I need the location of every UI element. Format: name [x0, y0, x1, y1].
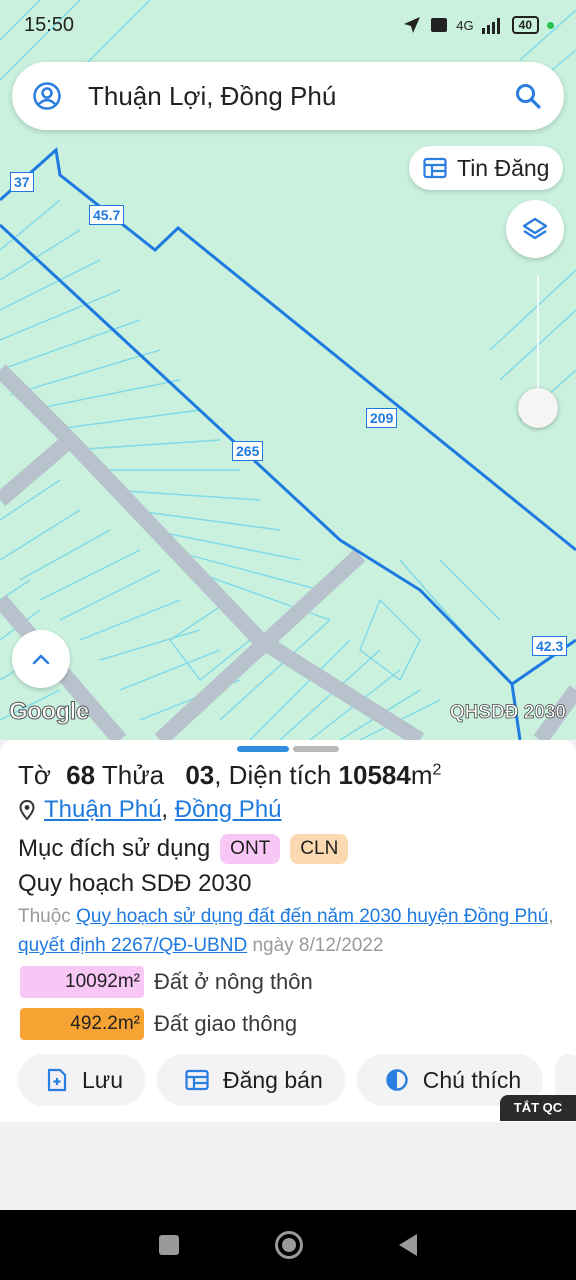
ward-link[interactable]: Thuận Phú: [44, 796, 161, 823]
listing-table-icon: [423, 157, 447, 179]
account-icon[interactable]: [32, 81, 62, 111]
search-icon[interactable]: [514, 82, 542, 110]
thua-label: Thửa: [101, 760, 165, 790]
plan-separator: ,: [548, 906, 554, 927]
area-unit: m: [410, 760, 433, 790]
recents-icon[interactable]: [159, 1235, 179, 1255]
status-bar: 15:50 4G 40: [0, 0, 576, 50]
area-value-box: 492.2m²: [20, 1008, 144, 1040]
search-bar[interactable]: Thuận Lợi, Đồng Phú: [12, 62, 564, 130]
ad-area: [0, 1122, 576, 1210]
opacity-slider-knob[interactable]: [518, 388, 558, 428]
purpose-badge-cln[interactable]: CLN: [290, 834, 349, 864]
parcel-location: Thuận Phú, Đồng Phú: [18, 796, 282, 824]
expand-sheet-button[interactable]: [12, 630, 70, 688]
system-nav-bar: [0, 1210, 576, 1280]
area-breakdown-row: 492.2m² Đất giao thông: [20, 1008, 297, 1040]
purpose-label: Mục đích sử dụng: [18, 835, 211, 862]
parcel-label[interactable]: 209: [366, 408, 398, 428]
area-type-label: Đất giao thông: [154, 1011, 298, 1036]
privacy-dot-icon: [547, 21, 554, 29]
parcel-label[interactable]: 265: [232, 441, 264, 461]
back-icon[interactable]: [399, 1234, 417, 1256]
sheet-handle[interactable]: [237, 746, 339, 752]
contrast-icon: [386, 1069, 408, 1091]
district-link[interactable]: Đồng Phú: [175, 796, 282, 823]
post-label: Đăng bán: [222, 1066, 323, 1093]
layers-button[interactable]: [506, 200, 564, 258]
thua-number: 03: [185, 760, 215, 790]
parcel-info-sheet: Tờ 68 Thửa 03, Diện tích 10584m2 Thuận P…: [0, 740, 576, 1122]
map-pin-icon: [19, 799, 35, 821]
area-type-label: Đất ở nông thôn: [154, 969, 313, 994]
land-use-purpose: Mục đích sử dụng ONT CLN: [18, 834, 349, 864]
layer-name-label: QHSDĐ 2030: [449, 702, 566, 724]
plan-title: Quy hoạch SDĐ 2030: [18, 870, 252, 897]
listings-label: Tin Đăng: [457, 154, 550, 181]
status-time: 15:50: [24, 13, 75, 36]
volte-icon: [431, 18, 448, 32]
to-label: Tờ: [18, 760, 51, 790]
opacity-slider-track[interactable]: [537, 275, 539, 395]
close-ad-button[interactable]: TẮT QC: [500, 1095, 576, 1121]
listing-table-icon: [185, 1069, 209, 1091]
google-logo: Google: [9, 698, 90, 726]
action-buttons: Lưu Đăng bán Chú thích: [18, 1054, 576, 1106]
area-label: , Diện tích: [214, 760, 332, 790]
layers-icon: [522, 217, 548, 240]
network-type: 4G: [456, 17, 474, 33]
chevron-up-icon: [32, 654, 50, 665]
to-number: 68: [66, 760, 96, 790]
decision-link[interactable]: quyết định 2267/QĐ-UBND: [18, 935, 247, 956]
post-for-sale-button[interactable]: Đăng bán: [156, 1054, 345, 1106]
home-icon[interactable]: [275, 1231, 303, 1259]
legend-label: Chú thích: [422, 1066, 522, 1093]
plan-source: Thuộc Quy hoạch sử dụng đất đến năm 2030…: [18, 902, 563, 960]
area-unit-sup: 2: [432, 761, 442, 779]
location-arrow-icon: [404, 17, 421, 33]
area-breakdown-row: 10092m² Đất ở nông thôn: [20, 966, 313, 998]
plan-link[interactable]: Quy hoạch sử dụng đất đến năm 2030 huyện…: [76, 906, 548, 927]
listings-button[interactable]: Tin Đăng: [409, 146, 563, 190]
purpose-badge-ont[interactable]: ONT: [220, 834, 281, 864]
map-view[interactable]: 37 45.7 209 265 42.3 15:50 4G 40 Thuận L…: [0, 0, 576, 740]
signal-icon: [481, 18, 500, 34]
parcel-label[interactable]: 45.7: [89, 205, 125, 225]
status-icons: 4G 40: [402, 15, 554, 35]
parcel-heading: Tờ 68 Thửa 03, Diện tích 10584m2: [18, 760, 441, 791]
decision-date: ngày 8/12/2022: [252, 935, 384, 956]
parcel-label[interactable]: 37: [10, 172, 34, 192]
battery-icon: 40: [511, 16, 539, 34]
area-value-box: 10092m²: [20, 966, 144, 998]
save-button[interactable]: Lưu: [18, 1054, 145, 1106]
plan-prefix: Thuộc: [18, 906, 71, 927]
area-value: 10584: [338, 760, 411, 790]
search-title[interactable]: Thuận Lợi, Đồng Phú: [88, 81, 514, 112]
add-bookmark-icon: [47, 1068, 67, 1092]
parcel-label[interactable]: 42.3: [532, 636, 568, 656]
save-label: Lưu: [82, 1066, 123, 1093]
location-separator: ,: [161, 796, 169, 823]
